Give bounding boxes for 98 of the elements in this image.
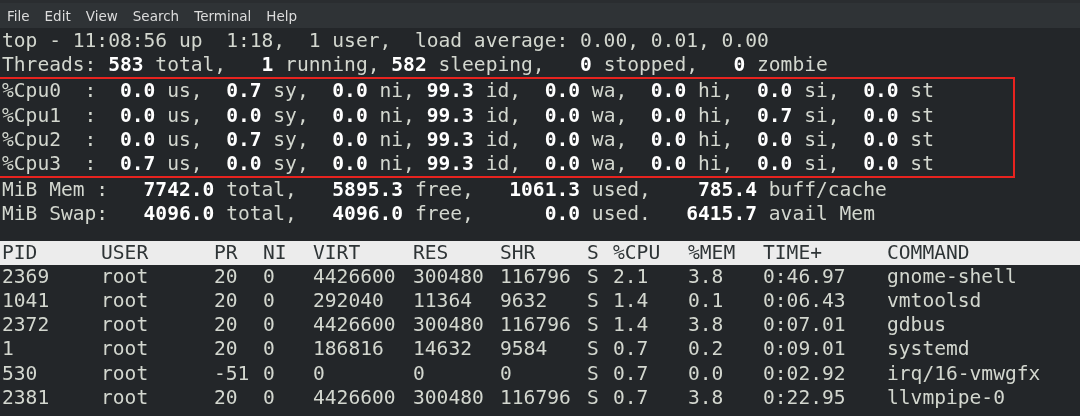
column-header: PID [2, 240, 38, 265]
table-cell: 0 [263, 385, 275, 410]
table-cell: 4426600 [313, 385, 396, 410]
terminal-line: %Cpu2 : 0.0 us, 0.7 sy, 0.0 ni, 99.3 id, 0.0 wa, 0.0 hi, 0.0 si, 0.0 st [2, 127, 934, 152]
column-header: TIME+ [763, 240, 822, 265]
table-cell: -51 [214, 361, 250, 386]
table-cell: 0 [413, 361, 425, 386]
table-cell: 20 [214, 385, 238, 410]
table-cell: S [587, 385, 599, 410]
table-cell: S [587, 313, 599, 338]
table-cell: 2372 [2, 313, 50, 338]
table-cell: root [101, 313, 149, 338]
table-cell: 530 [2, 361, 38, 386]
table-cell: 2369 [2, 264, 50, 289]
table-cell: 0 [263, 313, 275, 338]
table-cell: 20 [214, 313, 238, 338]
table-cell: 0:22.95 [763, 385, 846, 410]
terminal-line: %Cpu1 : 0.0 us, 0.0 sy, 0.0 ni, 99.3 id, 0.0 wa, 0.0 hi, 0.7 si, 0.0 st [2, 103, 934, 128]
table-cell: 0 [500, 361, 512, 386]
table-cell: 0:09.01 [763, 337, 846, 362]
table-cell: 0.7 [613, 361, 649, 386]
terminal-line: MiB Mem : 7742.0 total, 5895.3 free, 1061.3 used, 785.4 buff/cache [1, 178, 887, 203]
table-cell: 2381 [2, 385, 50, 410]
table-cell: root [101, 385, 149, 410]
table-cell: root [101, 337, 149, 362]
table-cell: 116796 [500, 313, 571, 338]
table-cell: 4426600 [313, 264, 396, 289]
table-cell: 0 [263, 264, 275, 289]
table-cell: root [101, 264, 149, 289]
terminal-line: %Cpu0 : 0.0 us, 0.7 sy, 0.0 ni, 99.3 id, 0.0 wa, 0.0 hi, 0.0 si, 0.0 st [2, 79, 934, 104]
column-header: %CPU [613, 240, 661, 265]
table-cell: 0 [263, 361, 275, 386]
table-cell: 116796 [500, 264, 571, 289]
table-cell: S [587, 337, 599, 362]
column-header: %MEM [688, 240, 736, 265]
table-cell: 0.0 [688, 361, 724, 386]
table-cell: 9584 [500, 337, 548, 362]
table-cell: 3.8 [688, 385, 724, 410]
table-cell: 1 [2, 337, 14, 362]
table-cell: 2.1 [613, 264, 649, 289]
column-header: RES [413, 240, 449, 265]
menu-item[interactable]: Search [132, 7, 188, 24]
column-header: USER [101, 240, 149, 265]
table-cell: 9632 [500, 289, 548, 314]
table-cell: 1041 [2, 289, 50, 314]
menu-item[interactable]: Terminal [194, 7, 260, 24]
table-cell: 186816 [313, 337, 384, 362]
table-cell: S [587, 289, 599, 314]
column-header: PR [214, 240, 238, 265]
table-cell: 20 [214, 337, 238, 362]
table-cell: 20 [214, 289, 238, 314]
column-header: S [587, 240, 599, 265]
table-cell: gnome-shell [887, 264, 1017, 289]
column-header: VIRT [313, 240, 361, 265]
table-cell: 20 [214, 264, 238, 289]
menu-item[interactable]: Edit [44, 7, 79, 24]
table-cell: 11364 [413, 289, 472, 314]
table-cell: 1.4 [613, 313, 649, 338]
table-cell: 292040 [313, 289, 384, 314]
table-cell: 0:46.97 [763, 264, 846, 289]
table-cell: 116796 [500, 385, 571, 410]
table-cell: 0:06.43 [763, 289, 846, 314]
table-cell: 0 [263, 337, 275, 362]
table-cell: irq/16-vmwgfx [887, 361, 1041, 386]
column-header: SHR [500, 240, 536, 265]
terminal-line: Threads: 583 total, 1 running, 582 sleeping, 0 stopped, 0 zombie [1, 53, 828, 78]
table-cell: vmtoolsd [887, 289, 982, 314]
terminal-line: MiB Swap: 4096.0 total, 4096.0 free, 0.0 used. 6415.7 avail Mem [1, 202, 875, 227]
menu-item[interactable]: View [85, 7, 126, 24]
table-cell: 3.8 [688, 264, 724, 289]
table-cell: 0.7 [613, 337, 649, 362]
table-cell: 0 [263, 289, 275, 314]
table-cell: gdbus [887, 313, 946, 338]
table-cell: root [101, 361, 149, 386]
table-cell: 0 [313, 361, 325, 386]
table-cell: 300480 [413, 264, 484, 289]
table-cell: 0:07.01 [763, 313, 846, 338]
column-header: COMMAND [887, 240, 970, 265]
table-cell: 1.4 [613, 289, 649, 314]
table-cell: 0.7 [613, 385, 649, 410]
table-cell: S [587, 361, 599, 386]
terminal-line: top - 11:08:56 up 1:18, 1 user, load average: 0.00, 0.01, 0.00 [1, 29, 769, 54]
table-cell: systemd [887, 337, 970, 362]
table-cell: 0.2 [688, 337, 724, 362]
table-cell: 4426600 [313, 313, 396, 338]
table-cell: 14632 [413, 337, 472, 362]
table-cell: llvmpipe-0 [887, 385, 1005, 410]
table-cell: 0:02.92 [763, 361, 846, 386]
table-cell: 300480 [413, 313, 484, 338]
menu-item[interactable]: File [7, 7, 38, 24]
terminal-line: %Cpu3 : 0.7 us, 0.0 sy, 0.0 ni, 99.3 id, 0.0 wa, 0.0 hi, 0.0 si, 0.0 st [2, 152, 934, 177]
menu-item[interactable]: Help [266, 7, 306, 24]
table-cell: 0.1 [688, 289, 724, 314]
table-cell: 300480 [413, 385, 484, 410]
table-cell: root [101, 289, 149, 314]
column-header: NI [263, 240, 287, 265]
table-cell: S [587, 264, 599, 289]
table-cell: 3.8 [688, 313, 724, 338]
